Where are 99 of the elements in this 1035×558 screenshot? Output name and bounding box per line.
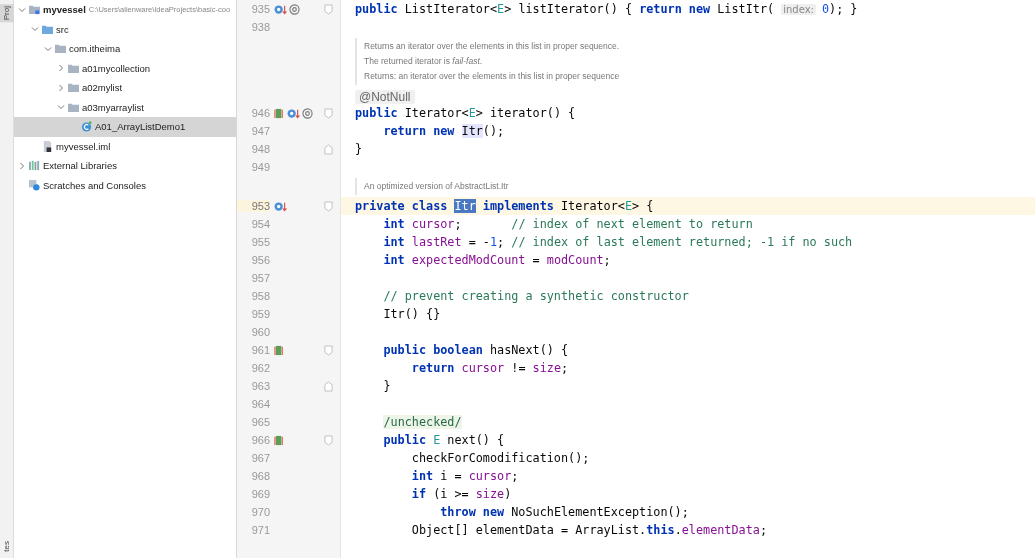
code-line: throw new NoSuchElementException(); — [439, 504, 690, 521]
line-number: 953 — [237, 200, 270, 212]
line-number: 956 — [250, 254, 270, 266]
scratches-icon — [29, 179, 40, 191]
tree-label: myvessel.iml — [56, 140, 111, 152]
code-line: Itr() {} — [382, 306, 442, 323]
line-number: 962 — [250, 362, 270, 374]
tree-label: src — [56, 23, 69, 35]
tree-label: External Libraries — [43, 160, 117, 172]
line-number: 957 — [250, 272, 270, 284]
line-number: 949 — [250, 161, 270, 173]
code-line: public Iterator<E> iterator() { — [354, 105, 577, 122]
fold-marker-icon[interactable] — [324, 143, 333, 155]
fold-marker-icon[interactable] — [324, 380, 333, 392]
implementation-marker-icon[interactable] — [274, 434, 285, 446]
tool-window-tab[interactable]: Proj — [0, 4, 14, 23]
inferred-annotation: @NotNull — [355, 89, 415, 104]
folder-icon — [68, 82, 79, 94]
tree-item[interactable]: Scratches and Consoles — [14, 175, 236, 195]
line-number: 965 — [250, 416, 270, 428]
class-icon — [81, 121, 92, 133]
folder-icon — [55, 43, 66, 55]
tree-label: a02mylist — [82, 82, 123, 94]
line-number: 971 — [250, 524, 270, 536]
fold-marker-icon[interactable] — [324, 107, 333, 119]
file-icon — [42, 140, 53, 152]
code-line: Object[] elementData = ArrayList.this.elementData; — [410, 522, 768, 539]
annotation-marker-icon[interactable] — [302, 107, 313, 119]
fold-marker-icon[interactable] — [324, 200, 333, 212]
code-line: public boolean hasNext() { — [382, 342, 570, 359]
chevron-icon[interactable] — [57, 64, 65, 73]
tree-label: a01mycollection — [82, 62, 151, 74]
folder-icon — [68, 101, 79, 113]
line-number: 961 — [250, 344, 270, 356]
override-marker-icon[interactable] — [287, 107, 300, 119]
tree-label: com.itheima — [69, 43, 121, 55]
documentation-block: An optimized version of AbstractList.Itr — [355, 178, 509, 195]
line-number: 968 — [250, 470, 270, 482]
line-number: 954 — [250, 218, 270, 230]
line-number: 969 — [250, 488, 270, 500]
fold-marker-icon[interactable] — [324, 3, 333, 15]
code-line: int i = cursor; — [410, 468, 520, 485]
line-number: 970 — [250, 506, 270, 518]
override-marker-icon[interactable] — [274, 3, 287, 15]
chevron-icon[interactable] — [31, 25, 39, 34]
chevron-icon[interactable] — [18, 5, 26, 14]
code-line: public E next() { — [382, 432, 506, 449]
code-line: return new Itr(); — [382, 123, 506, 140]
tree-item[interactable]: src — [14, 19, 236, 39]
code-line: int lastRet = -1; // index of last element returned; -1 if no such — [382, 234, 854, 251]
tree-label: Scratches and Consoles — [43, 179, 146, 191]
fold-marker-icon[interactable] — [324, 344, 333, 356]
tree-item[interactable]: a01mycollection — [14, 58, 236, 78]
chevron-icon[interactable] — [44, 44, 52, 53]
line-number: 947 — [250, 125, 270, 137]
line-number: 955 — [250, 236, 270, 248]
tree-item[interactable]: External Libraries — [14, 156, 236, 176]
implementation-marker-icon[interactable] — [274, 344, 285, 356]
code-line: int cursor; // index of next element to return — [382, 216, 754, 233]
code-line: return cursor != size; — [410, 360, 570, 377]
annotation-marker-icon[interactable] — [289, 3, 300, 15]
chevron-icon[interactable] — [57, 83, 65, 92]
tree-item[interactable]: A01_ArrayListDemo1 — [14, 117, 236, 137]
folder-icon — [42, 23, 53, 35]
tree-item[interactable]: a03myarraylist — [14, 97, 236, 117]
tree-item[interactable]: myvessel.iml — [14, 136, 236, 156]
documentation-block: Returns an iterator over the elements in this list in proper sequence. The returned iterator is fail-fast. Returns: an iterator over the elements in this list in proper sequence — [355, 38, 620, 85]
tool-window-tab[interactable]: tes — [0, 539, 14, 554]
code-line: if (i >= size) — [410, 486, 513, 503]
line-number: 964 — [250, 398, 270, 410]
tree-label: A01_ArrayListDemo1 — [95, 121, 186, 133]
line-number: 966 — [250, 434, 270, 446]
line-number: 948 — [250, 143, 270, 155]
code-line: } — [382, 378, 392, 395]
folder-icon — [68, 62, 79, 74]
chevron-icon[interactable] — [18, 161, 26, 170]
line-number: 959 — [250, 308, 270, 320]
line-number: 958 — [250, 290, 270, 302]
code-line: // prevent creating a synthetic constructor — [382, 288, 690, 305]
line-number: 967 — [250, 452, 270, 464]
library-icon — [29, 160, 40, 172]
line-number: 963 — [250, 380, 270, 392]
tree-item[interactable]: com.itheima — [14, 39, 236, 59]
code-line: } — [354, 141, 364, 158]
override-marker-icon[interactable] — [274, 200, 287, 212]
chevron-icon[interactable] — [57, 103, 65, 112]
implementation-marker-icon[interactable] — [274, 107, 285, 119]
line-number: 960 — [250, 326, 270, 338]
tree-label: a03myarraylist — [82, 101, 144, 113]
tree-item[interactable]: a02mylist — [14, 78, 236, 98]
tree-label: myvessel — [43, 4, 86, 16]
code-line: checkForComodification(); — [410, 450, 591, 467]
folder-icon — [29, 4, 40, 16]
line-number: 946 — [250, 107, 270, 119]
line-number: 935 — [250, 3, 270, 15]
code-line: int expectedModCount = modCount; — [382, 252, 612, 269]
line-number: 938 — [250, 21, 270, 33]
fold-marker-icon[interactable] — [324, 434, 333, 446]
code-line: public ListIterator<E> listIterator() { return new ListItr( index: 0); } — [354, 1, 859, 18]
